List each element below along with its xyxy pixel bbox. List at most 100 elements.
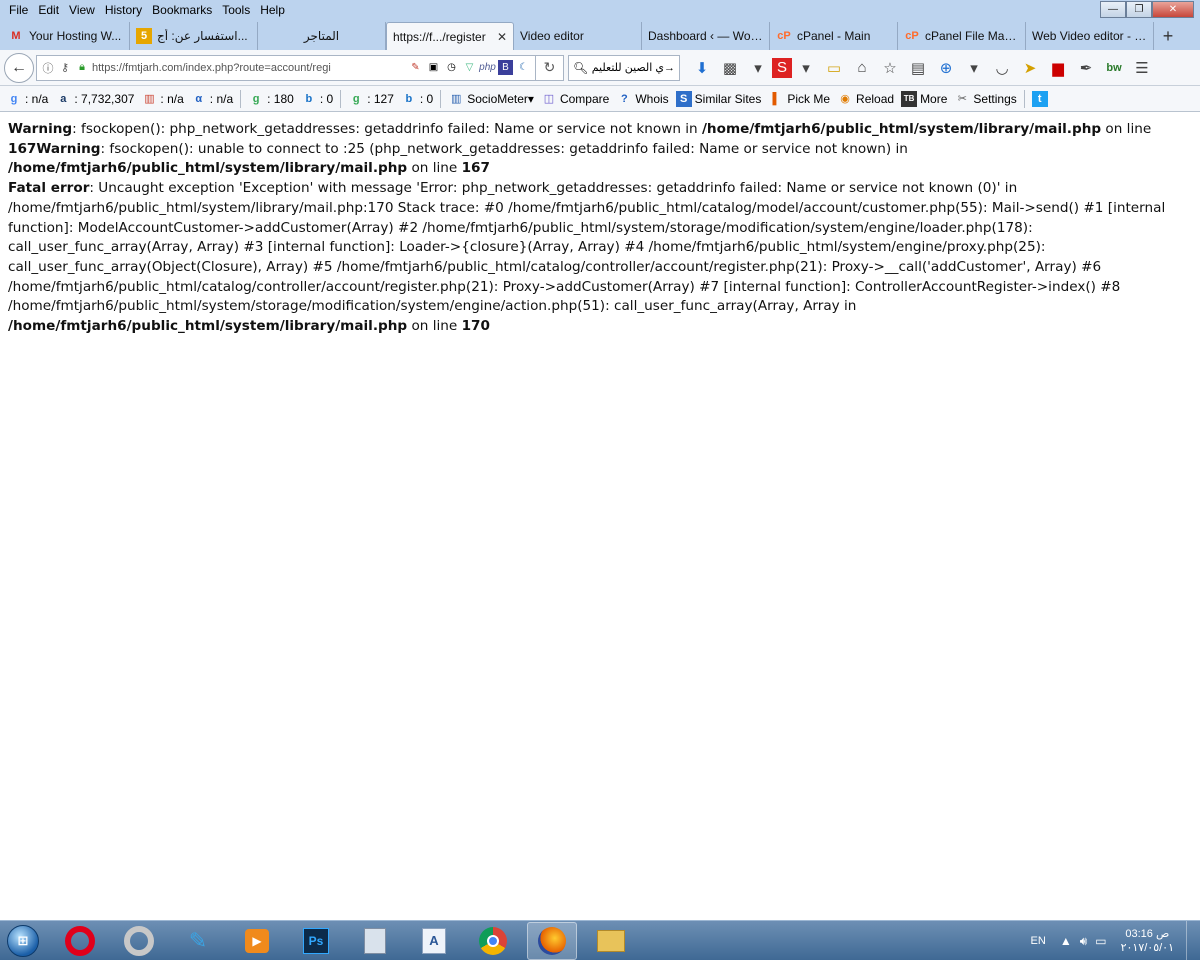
search-text[interactable]: ي الصين للتعليم (591, 61, 664, 74)
tab[interactable]: cP cPanel - Main (770, 22, 898, 50)
tab[interactable]: 5 استفسار عن: أج... (130, 22, 258, 50)
url-bar[interactable]: ⓘ ⚷ 🔒︎ https://fmtjarh.com/index.php?rou… (36, 54, 536, 81)
chrome-icon[interactable] (468, 922, 518, 960)
network-icon[interactable]: ▭ (1095, 934, 1106, 948)
menu-bookmarks[interactable]: Bookmarks (147, 3, 217, 17)
badge-addon-icon[interactable]: ▆ (1044, 55, 1072, 81)
tab[interactable]: Web Video editor - J... (1026, 22, 1154, 50)
toolbar-item[interactable]: g: 180 (248, 91, 294, 107)
tab[interactable]: M Your Hosting W... (2, 22, 130, 50)
tab-active[interactable]: https://f.../register ✕ (386, 22, 514, 50)
dropdown-icon[interactable]: ▾ (792, 55, 820, 81)
search-go-icon[interactable]: → (664, 62, 675, 74)
toolbar-item[interactable]: g: n/a (6, 91, 49, 107)
toolbar-item[interactable]: a: 7,732,307 (55, 91, 134, 107)
windows-logo-icon: ⊞ (7, 924, 39, 957)
toolbar-item[interactable]: b: 0 (401, 91, 434, 107)
vue-icon[interactable]: ▽ (462, 60, 477, 75)
tab[interactable]: Dashboard ‹ — Wor... (642, 22, 770, 50)
toolbar-item[interactable]: ? Whois (616, 91, 669, 107)
reload-button[interactable]: ↻ (536, 54, 564, 81)
tray-expand-icon[interactable]: ▲ (1060, 934, 1072, 948)
wave-icon[interactable]: ☾ (516, 60, 531, 75)
cursor-icon[interactable]: ➤ (1016, 55, 1044, 81)
pencil-icon[interactable]: ✎ (408, 60, 423, 75)
toolbar-item[interactable]: α: n/a (191, 91, 233, 107)
calculator-icon[interactable] (350, 922, 400, 960)
photoshop-icon[interactable]: Ps (291, 922, 341, 960)
menu-view[interactable]: View (64, 3, 100, 17)
hamburger-menu-icon[interactable]: ☰ (1128, 55, 1156, 81)
clock[interactable]: 03:16 ص ٢٠١٧/٠٥/٠١ (1121, 927, 1174, 955)
volume-icon[interactable]: 🔊︎ (1080, 934, 1088, 949)
bw-icon[interactable]: bw (1100, 55, 1128, 81)
explorer-icon[interactable] (586, 922, 636, 960)
toolbar-item[interactable]: b: 0 (301, 91, 333, 107)
back-button[interactable]: ← (4, 52, 34, 83)
toolbar-item[interactable]: ◉ Reload (837, 91, 894, 107)
url-text[interactable]: https://fmtjarh.com/index.php?route=acco… (92, 62, 405, 74)
tab-title: استفسار عن: أج... (157, 29, 248, 43)
google-index-icon: g (252, 92, 260, 105)
toolbar-item[interactable]: ✂ Settings (954, 91, 1017, 107)
start-button[interactable]: ⊞ (0, 921, 46, 960)
toolbar-item[interactable]: ▥ SocioMeter▾ (448, 91, 534, 107)
similar-sites-icon: S (675, 90, 692, 107)
toolbar-item[interactable]: ▌ Pick Me (768, 91, 830, 107)
fatal-error-text: : Uncaught exception 'Exception' with me… (8, 180, 1166, 315)
menu-tools[interactable]: Tools (217, 3, 255, 17)
seo-toolbar: g: n/a a: 7,732,307 ▥: n/a α: n/a g: 180… (0, 86, 1200, 112)
close-tab-icon[interactable]: ✕ (497, 30, 507, 44)
bookmark-star-icon[interactable]: ☆ (876, 55, 904, 81)
opera-gx-icon[interactable] (114, 922, 164, 960)
menu-edit[interactable]: Edit (33, 3, 64, 17)
tab[interactable]: Video editor (514, 22, 642, 50)
b-icon[interactable]: B (498, 60, 513, 75)
tab-title: cPanel File Man... (925, 29, 1019, 43)
language-indicator[interactable]: EN (1031, 935, 1046, 947)
download-arrow-icon[interactable]: ⬇ (688, 55, 716, 81)
whois-icon: ? (620, 92, 628, 105)
menu-history[interactable]: History (100, 3, 147, 17)
new-tab-button[interactable]: + (1154, 22, 1182, 50)
search-bar[interactable]: 🔍︎ ي الصين للتعليم → (568, 54, 680, 81)
folder-icon[interactable]: ▭ (820, 55, 848, 81)
toolbar-item[interactable]: t (1031, 90, 1051, 107)
screenshot-icon[interactable]: ▣ (426, 60, 441, 75)
clock-icon[interactable]: ◷ (444, 60, 459, 75)
fatal-error-label: Fatal error (8, 180, 90, 197)
toolbar-item[interactable]: TB More (901, 90, 947, 107)
s-addon-icon[interactable]: S (772, 57, 792, 78)
toolbar-item[interactable]: S Similar Sites (675, 90, 761, 107)
reading-list-icon[interactable]: ▤ (904, 55, 932, 81)
eyedropper-icon[interactable]: ✒ (1072, 55, 1100, 81)
show-desktop-button[interactable] (1186, 921, 1200, 960)
media-player-icon[interactable]: ▶ (232, 922, 282, 960)
toolbar-item[interactable]: ◫ Compare (541, 91, 610, 107)
tab[interactable]: المتاجر (258, 22, 386, 50)
maximize-button[interactable]: ❐ (1126, 1, 1152, 18)
close-window-button[interactable]: ✕ (1152, 1, 1194, 18)
toolbar-item[interactable]: g: 127 (348, 91, 394, 107)
opera-icon[interactable] (55, 922, 105, 960)
menu-bar: File Edit View History Bookmarks Tools H… (0, 0, 1200, 20)
menu-help[interactable]: Help (255, 3, 290, 17)
dropdown-icon[interactable]: ▾ (744, 55, 772, 81)
text-editor-icon[interactable]: A (409, 922, 459, 960)
download-manager-icon[interactable]: ⊕ (932, 55, 960, 81)
dropdown-icon[interactable]: ▾ (960, 55, 988, 81)
menu-file[interactable]: File (4, 3, 33, 17)
pocket-icon[interactable]: ◡ (988, 55, 1016, 81)
firefox-icon[interactable] (527, 921, 577, 960)
toolbar-separator (1023, 89, 1025, 108)
tab[interactable]: cP cPanel File Man... (898, 22, 1026, 50)
toolbar-item[interactable]: ▥: n/a (141, 91, 184, 107)
warning-line: 167 (461, 160, 490, 177)
info-icon[interactable]: ⓘ (41, 61, 55, 75)
php-icon[interactable]: php (479, 60, 496, 75)
paint-icon[interactable]: ✎ (173, 922, 223, 960)
translate-icon[interactable]: ▩ (716, 55, 744, 81)
home-icon[interactable]: ⌂ (848, 55, 876, 81)
tab-title: cPanel - Main (797, 29, 871, 43)
minimize-button[interactable]: — (1100, 1, 1126, 18)
